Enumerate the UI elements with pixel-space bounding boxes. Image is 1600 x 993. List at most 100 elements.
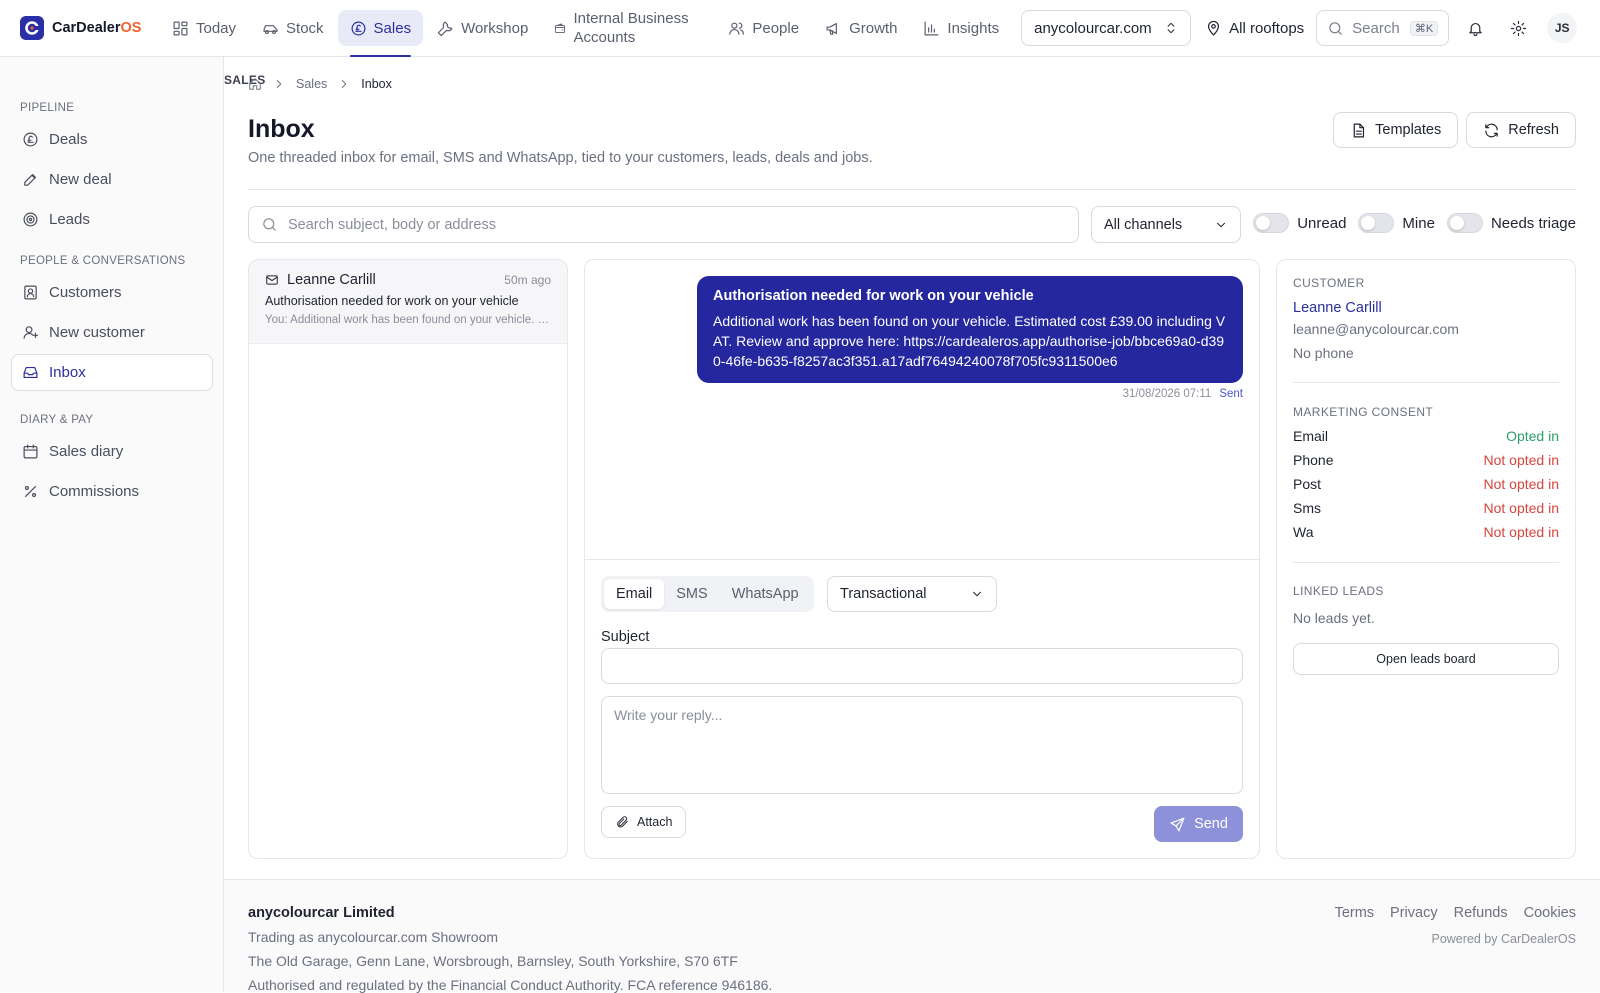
channel-filter-select[interactable]: All channels xyxy=(1091,206,1241,243)
notifications-button[interactable] xyxy=(1467,20,1484,37)
nav-workshop[interactable]: Workshop xyxy=(425,10,540,46)
global-search[interactable]: Search ⌘K xyxy=(1316,10,1450,46)
open-leads-board-button[interactable]: Open leads board xyxy=(1293,643,1559,675)
templates-button[interactable]: Templates xyxy=(1333,112,1459,148)
nav-stock-label: Stock xyxy=(286,19,324,37)
toggle-switch[interactable] xyxy=(1358,213,1395,233)
site-select-value: anycolourcar.com xyxy=(1034,19,1152,37)
consent-status: Not opted in xyxy=(1483,452,1560,468)
nav-internal-accounts[interactable]: Internal Business Accounts xyxy=(542,10,714,46)
contact-card-icon xyxy=(24,285,37,300)
reply-textarea[interactable]: Write your reply... xyxy=(601,696,1243,794)
home-icon[interactable] xyxy=(248,77,262,91)
settings-button[interactable] xyxy=(1510,20,1527,37)
nav-today[interactable]: Today xyxy=(160,10,248,46)
user-avatar[interactable]: JS xyxy=(1547,13,1578,43)
sidebar-item-new-deal[interactable]: New deal xyxy=(11,161,213,198)
thread-list: Leanne Carlill 50m ago Authorisation nee… xyxy=(248,259,568,859)
page-subtitle: One threaded inbox for email, SMS and Wh… xyxy=(248,150,873,166)
nav-people[interactable]: People xyxy=(716,10,811,46)
reply-placeholder: Write your reply... xyxy=(614,707,723,723)
footer-link-privacy[interactable]: Privacy xyxy=(1390,905,1438,921)
tab-sms[interactable]: SMS xyxy=(664,579,719,609)
customer-name-link[interactable]: Leanne Carlill xyxy=(1293,300,1382,316)
calendar-icon xyxy=(23,444,38,459)
footer-powered-by: Powered by CarDealerOS xyxy=(1431,932,1576,946)
message-purpose-select[interactable]: Transactional xyxy=(827,576,997,612)
consent-channel: Wa xyxy=(1293,524,1314,540)
sidebar-item-sales-diary[interactable]: Sales diary xyxy=(11,433,213,470)
paperclip-icon xyxy=(617,816,628,828)
footer-link-terms[interactable]: Terms xyxy=(1335,905,1374,921)
toggle-switch[interactable] xyxy=(1253,213,1290,233)
sidebar-section-heading: DIARY & PAY xyxy=(20,414,94,426)
nav-people-label: People xyxy=(752,19,800,37)
edit-icon xyxy=(24,173,37,186)
nav-growth[interactable]: Growth xyxy=(813,10,909,46)
refresh-button[interactable]: Refresh xyxy=(1466,112,1576,148)
message-bubble: Authorisation needed for work on your ve… xyxy=(697,276,1243,383)
search-shortcut: ⌘K xyxy=(1409,20,1439,36)
sidebar-item-inbox[interactable]: Inbox xyxy=(11,354,213,391)
message-meta: 31/08/2026 07:11 Sent xyxy=(1123,388,1243,400)
header-divider xyxy=(248,189,1576,190)
thread-subject: Authorisation needed for work on your ve… xyxy=(265,294,519,308)
nav-internal-accounts-label: Internal Business Accounts xyxy=(573,10,689,46)
footer-trading: Trading as anycolourcar.com Showroom xyxy=(248,929,499,945)
toggle-switch[interactable] xyxy=(1446,213,1483,233)
tab-whatsapp[interactable]: WhatsApp xyxy=(720,579,811,609)
inbox-search-input[interactable]: Search subject, body or address xyxy=(248,206,1079,243)
message-subject: Authorisation needed for work on your ve… xyxy=(713,288,1034,304)
site-select[interactable]: anycolourcar.com xyxy=(1021,10,1192,46)
sidebar-item-new-customer[interactable]: New customer xyxy=(11,314,213,351)
breadcrumb: Sales Inbox xyxy=(248,77,392,91)
nav-stock[interactable]: Stock xyxy=(250,10,336,46)
subject-input[interactable] xyxy=(601,648,1243,684)
refresh-icon xyxy=(1485,123,1498,137)
consent-channel: Phone xyxy=(1293,452,1334,468)
target-icon xyxy=(23,212,38,227)
thread-item[interactable]: Leanne Carlill 50m ago Authorisation nee… xyxy=(249,260,567,344)
chevron-down-icon xyxy=(1217,222,1225,227)
unread-toggle[interactable]: Unread xyxy=(1253,213,1346,233)
customer-email: leanne@anycolourcar.com xyxy=(1293,321,1459,337)
consent-channel: Post xyxy=(1293,476,1322,492)
consent-status: Not opted in xyxy=(1483,524,1560,540)
chevron-right-icon xyxy=(342,80,347,88)
thread-header: Leanne Carlill 50m ago xyxy=(265,272,551,288)
sidebar-item-customers[interactable]: Customers xyxy=(11,274,213,311)
message-body: Additional work has been found on your v… xyxy=(713,313,1226,369)
sidebar-item-label: Sales diary xyxy=(49,443,124,460)
refresh-button-label: Refresh xyxy=(1508,122,1559,138)
tab-email[interactable]: Email xyxy=(604,579,665,609)
chevron-up-down-icon xyxy=(1167,22,1175,34)
nav-insights[interactable]: Insights xyxy=(911,10,1011,46)
chevron-down-icon xyxy=(973,591,981,597)
thread-preview: You: Additional work has been found on y… xyxy=(265,314,551,326)
mine-toggle[interactable]: Mine xyxy=(1358,213,1435,233)
customer-phone: No phone xyxy=(1293,345,1354,361)
sidebar: SALES PIPELINE Deals New deal Leads PEOP… xyxy=(0,57,265,992)
footer-link-refunds[interactable]: Refunds xyxy=(1454,905,1508,921)
sidebar-section-heading: PIPELINE xyxy=(20,102,75,114)
users-icon xyxy=(729,22,745,35)
sidebar-item-label: Customers xyxy=(49,284,122,301)
message-timestamp: 31/08/2026 07:11 xyxy=(1122,388,1212,400)
sidebar-item-deals[interactable]: Deals xyxy=(11,121,213,158)
needs-triage-toggle[interactable]: Needs triage xyxy=(1446,213,1576,233)
nav-sales[interactable]: Sales xyxy=(337,10,424,57)
sidebar-item-commissions[interactable]: Commissions xyxy=(11,473,213,510)
rooftop-selector[interactable]: All rooftops xyxy=(1205,20,1304,37)
attach-button[interactable]: Attach xyxy=(601,806,687,838)
footer-link-cookies[interactable]: Cookies xyxy=(1524,905,1576,921)
breadcrumb-sales[interactable]: Sales xyxy=(296,77,327,91)
brand[interactable]: CarDealerOS xyxy=(20,16,160,40)
sidebar-item-label: New deal xyxy=(49,171,112,188)
message-status: Sent xyxy=(1219,388,1243,400)
dashboard-icon xyxy=(173,21,188,35)
sidebar-item-leads[interactable]: Leads xyxy=(11,201,213,238)
send-button[interactable]: Send xyxy=(1154,806,1243,842)
linked-leads-empty: No leads yet. xyxy=(1293,610,1375,626)
gear-icon xyxy=(1510,20,1527,36)
wrench-icon xyxy=(437,21,453,36)
